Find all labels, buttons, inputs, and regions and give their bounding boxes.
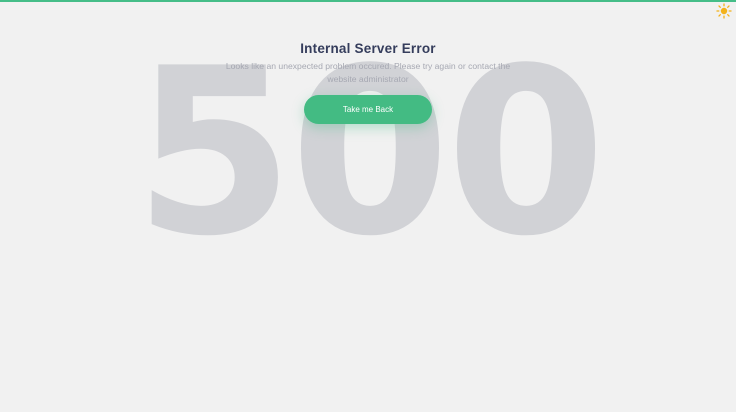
take-me-back-button[interactable]: Take me Back [304, 95, 432, 124]
sun-icon [716, 3, 732, 19]
top-accent-bar [0, 0, 736, 2]
theme-toggle-button[interactable] [716, 3, 732, 19]
error-message: Looks like an unexpected problem occured… [225, 61, 511, 84]
error-title: Internal Server Error [300, 41, 436, 56]
error-page: 500 Internal Server Error Looks like an … [0, 0, 736, 412]
